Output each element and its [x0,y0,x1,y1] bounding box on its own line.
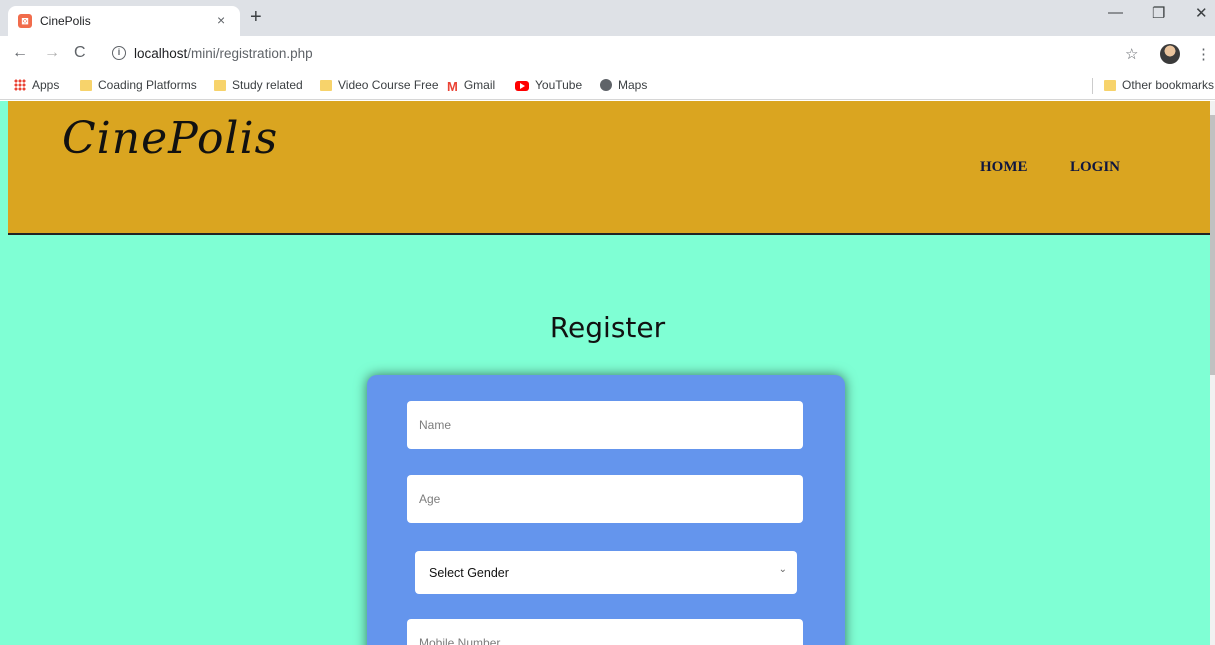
gender-select[interactable]: Select Gender ⌄ [415,551,797,594]
url-path: /mini/registration.php [187,46,313,61]
page-title: Register [549,311,666,344]
tab-close-icon[interactable]: × [217,12,225,28]
bookmark-other[interactable]: Other bookmarks [1104,78,1214,92]
address-bar[interactable]: i localhost/mini/registration.php [104,41,1114,67]
bookmark-label: Gmail [463,78,496,92]
bookmark-video-course-free[interactable]: Video Course Free [320,78,439,92]
page-scrollbar[interactable] [1210,101,1215,645]
browser-tab[interactable]: ⊠ CinePolis × [8,6,240,36]
folder-icon [320,80,332,91]
site-logo[interactable]: CinePolis [62,113,278,164]
mobile-number-input[interactable] [407,619,803,645]
age-input[interactable] [407,475,803,523]
scrollbar-thumb[interactable] [1210,115,1215,375]
nav-login-link[interactable]: LOGIN [1070,159,1120,176]
bookmark-label: YouTube [535,78,583,92]
page-viewport: CinePolis HOME LOGIN Register Select Gen… [0,101,1215,645]
bookmark-coading-platforms[interactable]: Coading Platforms [80,78,197,92]
info-icon[interactable]: i [112,46,126,60]
bookmark-label: Video Course Free [338,78,439,92]
gender-selected-value: Select Gender [429,566,509,580]
registration-form: Select Gender ⌄ [367,375,845,645]
bookmarks-bar: Apps Coading Platforms Study related Vid… [0,72,1215,100]
close-window-button[interactable]: ✕ [1195,4,1208,22]
bookmark-maps[interactable]: Maps [600,78,647,92]
bookmark-label: Apps [32,78,60,92]
folder-icon [1104,80,1116,91]
bookmark-label: Study related [232,78,303,92]
chevron-down-icon: ⌄ [778,564,787,575]
url-host: localhost [134,46,188,61]
profile-avatar[interactable] [1160,44,1180,64]
bookmark-label: Coading Platforms [98,78,197,92]
bookmark-gmail[interactable]: M Gmail [447,78,495,94]
bookmark-label: Maps [618,78,648,92]
minimize-button[interactable]: — [1108,4,1123,21]
new-tab-button[interactable]: + [250,6,262,28]
maps-icon [600,79,612,91]
name-input[interactable] [407,401,803,449]
back-arrow-icon[interactable]: ← [12,44,28,62]
site-header: CinePolis HOME LOGIN [8,101,1210,235]
tab-title: CinePolis [40,14,91,28]
bookmark-youtube[interactable]: YouTube [515,78,582,92]
xampp-favicon-icon: ⊠ [18,14,32,28]
browser-tabstrip: ⊠ CinePolis × + — ❐ ✕ [0,0,1215,36]
folder-icon [214,80,226,91]
bookmark-label: Other bookmarks [1122,78,1215,92]
bookmark-study-related[interactable]: Study related [214,78,303,92]
browser-toolbar: ← → C i localhost/mini/registration.php … [0,36,1215,72]
youtube-icon [515,81,529,91]
bookmark-apps[interactable]: Apps [14,78,59,92]
gmail-icon: M [447,79,458,94]
apps-grid-icon [14,79,26,91]
folder-icon [80,80,92,91]
restore-button[interactable]: ❐ [1152,4,1165,22]
reload-icon[interactable]: C [74,44,86,62]
bookmark-star-icon[interactable]: ☆ [1125,45,1138,63]
browser-menu-icon[interactable]: ⋮ [1196,45,1211,63]
nav-home-link[interactable]: HOME [980,159,1028,176]
url-text: localhost/mini/registration.php [134,46,313,61]
bookmarks-divider [1092,78,1093,94]
forward-arrow-icon[interactable]: → [44,44,60,62]
